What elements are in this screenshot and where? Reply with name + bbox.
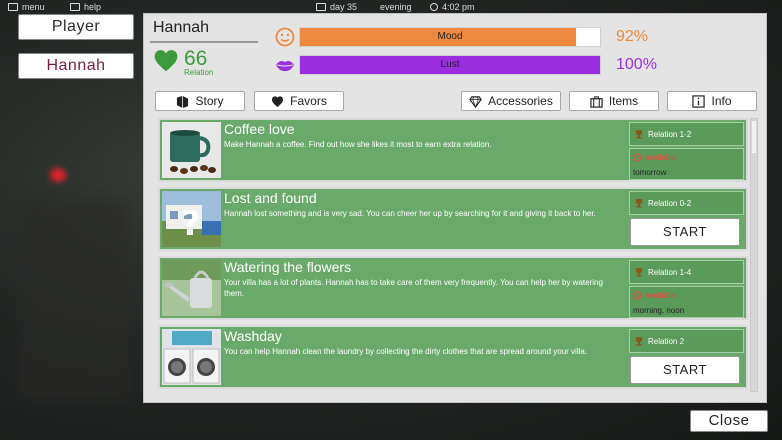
quest-description: Your villa has a lot of plants. Hannah h…	[224, 278, 603, 298]
lips-icon	[276, 61, 294, 72]
watering-can-image	[162, 260, 221, 316]
quest-title: Washday	[224, 328, 282, 344]
svg-text:?: ?	[181, 204, 201, 244]
lust-label: Lust	[440, 59, 460, 70]
quest-title: Watering the flowers	[224, 259, 352, 275]
tab-accessories[interactable]: Accessories	[461, 91, 561, 111]
trophy-icon	[636, 337, 642, 346]
calendar-icon	[316, 3, 326, 11]
quest-requirement: Relation 2	[629, 329, 744, 353]
quest-title: Lost and found	[224, 190, 317, 206]
quest-item[interactable]: ? Lost and found Hannah lost something a…	[158, 187, 748, 251]
quest-description: You can help Hannah clean the laundry by…	[224, 347, 588, 356]
tab-favors[interactable]: Favors	[254, 91, 344, 111]
coffee-cup-image	[162, 122, 221, 178]
quest-availability: available: morning, noon	[629, 286, 744, 318]
start-button[interactable]: START	[630, 218, 740, 246]
book-icon	[177, 95, 189, 108]
mood-label: Mood	[437, 31, 463, 42]
scrollbar-thumb[interactable]	[752, 121, 756, 153]
trophy-icon	[636, 130, 642, 139]
quest-list-scrollbar[interactable]	[750, 118, 758, 392]
info-icon	[692, 94, 706, 108]
tab-info[interactable]: Info	[667, 91, 757, 111]
quest-item[interactable]: Coffee love Make Hannah a coffee. Find o…	[158, 118, 748, 182]
green-heart-icon	[154, 50, 178, 72]
quest-requirement: Relation 1-4	[629, 260, 744, 284]
lust-percent: 100%	[616, 56, 657, 73]
relation-label: Relation	[184, 68, 214, 77]
quest-description: Hannah lost something and is very sad. Y…	[224, 209, 596, 218]
washing-machine-image	[162, 329, 221, 385]
smiley-face-icon	[275, 27, 295, 47]
character-panel: Hannah 66 Relation Mood 92% Lust 100% St…	[143, 13, 767, 403]
quest-availability: available: tomorrow	[629, 148, 744, 180]
close-button[interactable]: Close	[690, 410, 768, 432]
quest-requirement: Relation 1-2	[629, 122, 744, 146]
day-indicator: day 35	[316, 2, 357, 12]
character-name: Hannah	[153, 19, 210, 36]
mood-percent: 92%	[616, 28, 649, 45]
tab-story[interactable]: Story	[155, 91, 245, 111]
availability-time: tomorrow	[633, 168, 667, 177]
top-bar: menu help day 35 evening 4:02 pm	[0, 0, 782, 14]
menu-button[interactable]: menu	[8, 2, 45, 12]
clock-icon	[430, 3, 438, 11]
background-red-light	[50, 168, 66, 182]
start-button[interactable]: START	[630, 356, 740, 384]
diamond-icon	[469, 95, 482, 108]
clock-display: 4:02 pm	[430, 2, 475, 12]
lust-bar: Lust	[299, 55, 601, 75]
quest-item[interactable]: Watering the flowers Your villa has a lo…	[158, 256, 748, 320]
tab-items[interactable]: Items	[569, 91, 659, 111]
briefcase-icon	[590, 95, 603, 108]
trophy-icon	[636, 268, 642, 277]
quest-list: Coffee love Make Hannah a coffee. Find o…	[158, 118, 748, 392]
mood-bar: Mood	[299, 27, 601, 47]
menu-icon	[8, 3, 18, 11]
player-button[interactable]: Player	[18, 14, 134, 40]
question-mark-house-image: ?	[162, 191, 221, 247]
trophy-icon	[636, 199, 642, 208]
time-of-day: evening	[380, 2, 412, 12]
help-button[interactable]: help	[70, 2, 101, 12]
background-chair	[20, 200, 130, 400]
character-name-box: Hannah	[150, 19, 258, 43]
quest-description: Make Hannah a coffee. Find out how she l…	[224, 140, 492, 149]
clock-icon	[633, 291, 642, 300]
quest-item[interactable]: Washday You can help Hannah clean the la…	[158, 325, 748, 389]
availability-time: morning, noon	[633, 306, 685, 315]
clock-icon	[633, 153, 642, 162]
quest-requirement: Relation 0-2	[629, 191, 744, 215]
help-icon	[70, 3, 80, 11]
hannah-button[interactable]: Hannah	[18, 53, 134, 79]
quest-title: Coffee love	[224, 121, 295, 137]
heart-icon	[272, 95, 284, 107]
